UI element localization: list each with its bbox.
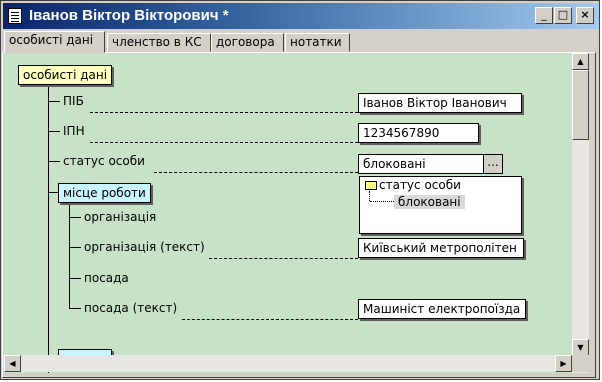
status-select[interactable]: блоковані — [358, 154, 484, 174]
dropdown-root-item[interactable]: статус особи — [379, 178, 461, 192]
title-bar[interactable]: Іванов Віктор Вікторович * _ □ × — [3, 3, 599, 29]
pib-value[interactable]: Іванов Віктор Іванович — [358, 93, 522, 113]
tree-view[interactable]: особисті дані ПІБ Іванов Віктор Іванович… — [4, 53, 572, 373]
tab-notes[interactable]: нотатки — [285, 33, 350, 52]
dropdown-tree-line — [369, 191, 370, 201]
subtree-branch-line — [69, 247, 81, 248]
dropdown-item-blocked[interactable]: блоковані — [394, 195, 465, 209]
organization-label: організація — [84, 210, 157, 224]
position-text-leader — [182, 319, 358, 320]
tree-branch-line — [48, 131, 60, 132]
tab-contracts[interactable]: договора — [211, 33, 284, 52]
organization-text-label: організація (текст) — [84, 240, 205, 254]
position-text-value[interactable]: Машиніст електропоїзда — [358, 299, 526, 319]
tree-branch-line — [48, 161, 60, 162]
tab-personal-data[interactable]: особисті дані — [4, 31, 105, 53]
tree-branch-line — [48, 101, 60, 102]
status-browse-button[interactable]: ... — [483, 154, 503, 174]
pib-label: ПІБ — [63, 94, 84, 108]
tree-trunk-line — [48, 81, 49, 373]
subtree-branch-line — [69, 217, 81, 218]
status-dropdown[interactable]: статус особи блоковані — [359, 176, 522, 234]
horizontal-scrollbar[interactable]: ◀ ▶ — [4, 355, 572, 372]
dropdown-tree-line — [370, 201, 394, 202]
ipn-leader — [90, 142, 358, 143]
minimize-button[interactable]: _ — [535, 7, 553, 24]
tab-membership[interactable]: членство в КС — [107, 33, 211, 52]
scroll-down-icon[interactable]: ▼ — [572, 339, 589, 356]
vertical-scrollbar[interactable]: ▲ ▼ — [572, 53, 589, 373]
vertical-scroll-thumb[interactable] — [572, 70, 589, 140]
root-node[interactable]: особисті дані — [18, 65, 113, 85]
status-label: статус особи — [63, 154, 145, 168]
close-button[interactable]: × — [576, 7, 594, 24]
scroll-right-icon[interactable]: ▶ — [555, 355, 572, 372]
position-text-label: посада (текст) — [84, 301, 178, 315]
organization-text-value[interactable]: Київський метрополітен — [358, 238, 524, 258]
ipn-label: ІПН — [63, 124, 85, 138]
scroll-up-icon[interactable]: ▲ — [572, 53, 589, 70]
scroll-left-icon[interactable]: ◀ — [4, 355, 21, 372]
subtree-branch-line — [69, 308, 81, 309]
workplace-node[interactable]: місце роботи — [58, 183, 151, 203]
ipn-value[interactable]: 1234567890 — [358, 123, 479, 143]
pib-leader — [90, 112, 358, 113]
status-leader — [154, 172, 358, 173]
subtree-branch-line — [69, 278, 81, 279]
organization-text-leader — [209, 258, 358, 259]
window-title: Іванов Віктор Вікторович * — [29, 7, 229, 24]
maximize-button[interactable]: □ — [554, 7, 572, 24]
folder-open-icon — [365, 181, 377, 190]
subtree-line — [69, 203, 70, 309]
document-icon — [8, 8, 22, 24]
scroll-corner — [572, 355, 589, 372]
position-label: посада — [84, 271, 129, 285]
